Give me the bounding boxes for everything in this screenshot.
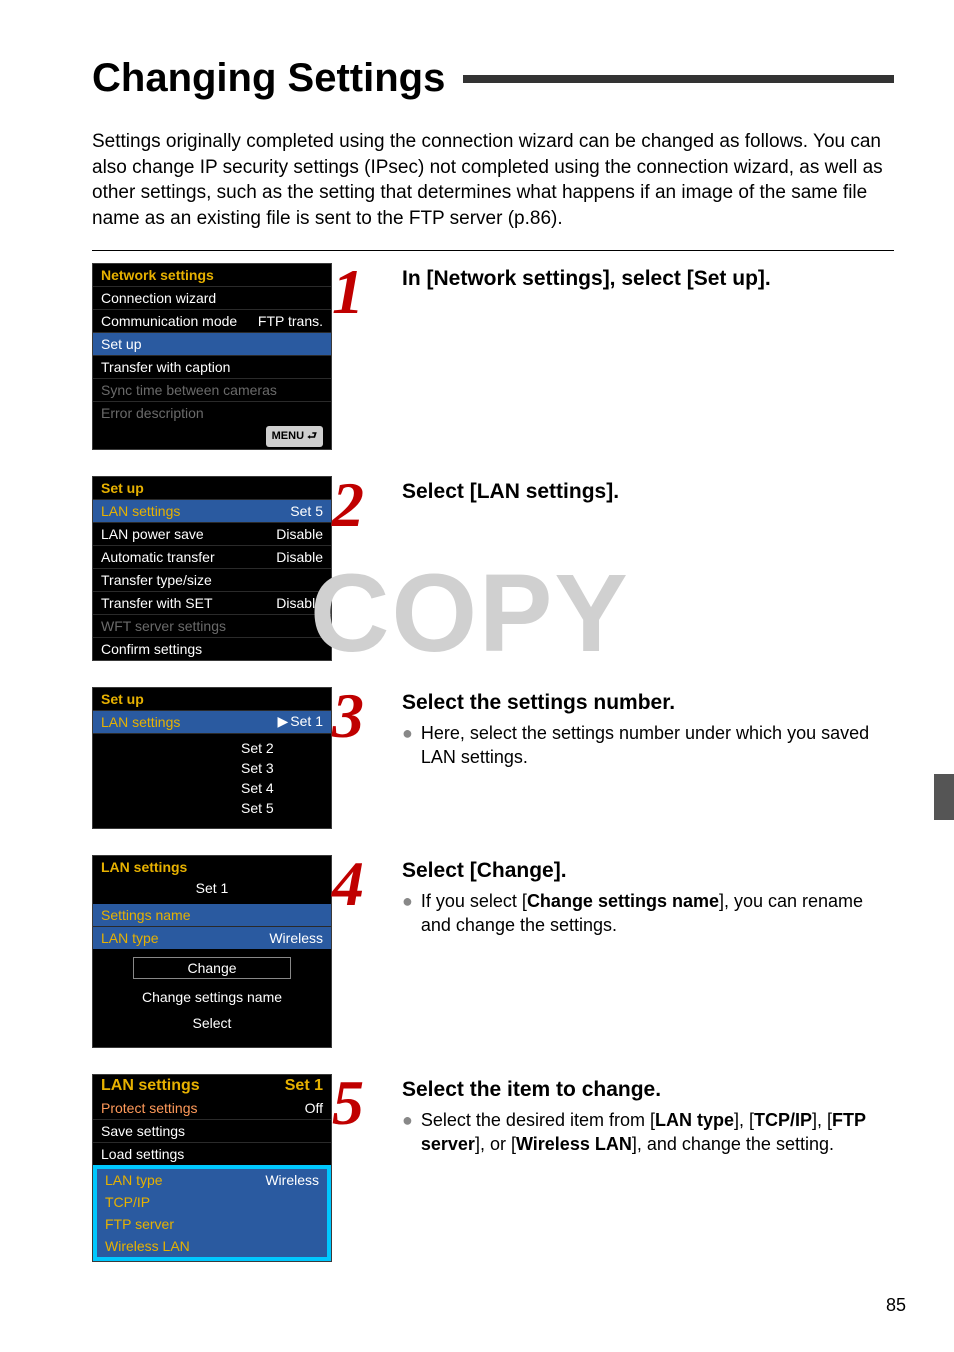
- lcd1-header: Network settings: [101, 267, 323, 283]
- lcd2-header: Set up: [101, 480, 323, 496]
- list-item: LAN type: [101, 930, 253, 946]
- step-number-4: 4: [332, 855, 402, 913]
- lcd3-label: LAN settings: [101, 714, 278, 730]
- list-item-selected: Set up: [101, 336, 323, 352]
- title-rule: [463, 75, 894, 83]
- option: Set 3: [93, 758, 331, 778]
- option: Set 4: [93, 778, 331, 798]
- list-item: Load settings: [101, 1146, 323, 1162]
- step-5-body: Select the desired item from [LAN type],…: [421, 1108, 894, 1157]
- step-number-3: 3: [332, 687, 402, 745]
- menu-back-badge: MENU ⮐: [266, 426, 323, 447]
- step-3: Set up LAN settings ▶Set 1 Set 2 Set 3 S…: [92, 687, 894, 829]
- list-value: Off: [253, 1100, 323, 1116]
- bullet-icon: ●: [402, 1108, 413, 1157]
- list-item: Automatic transfer: [101, 549, 253, 565]
- list-item: Save settings: [101, 1123, 323, 1139]
- step-number-1: 1: [332, 263, 402, 321]
- page-title: Changing Settings: [92, 56, 445, 101]
- step-1: Network settings Connection wizard Commu…: [92, 263, 894, 450]
- list-item: Protect settings: [101, 1100, 253, 1116]
- lcd4-subtitle: Set 1: [93, 878, 331, 898]
- selection-pointer-icon: ▶: [278, 713, 289, 729]
- list-item: Communication mode: [101, 313, 253, 329]
- list-item: TCP/IP: [105, 1194, 319, 1210]
- select-button: Select: [93, 1013, 331, 1033]
- step-5: LAN settingsSet 1 Protect settingsOff Sa…: [92, 1074, 894, 1262]
- step-3-title: Select the settings number.: [402, 691, 894, 715]
- step-4: LAN settings Set 1 Settings name LAN typ…: [92, 855, 894, 1048]
- list-item: FTP server: [105, 1216, 319, 1232]
- list-value: Set 5: [253, 503, 323, 519]
- list-value: Disable: [253, 595, 323, 611]
- rename-button: Change settings name: [93, 987, 331, 1007]
- option: Set 2: [93, 738, 331, 758]
- list-value: Wireless: [249, 1172, 319, 1188]
- list-item: Wireless LAN: [105, 1238, 319, 1254]
- list-item-selected: LAN settings: [101, 503, 253, 519]
- option-current: Set 5: [93, 798, 331, 818]
- highlighted-group: LAN typeWireless TCP/IP FTP server Wirel…: [93, 1165, 331, 1261]
- lcd-screen-2: Set up LAN settingsSet 5 LAN power saveD…: [92, 476, 332, 661]
- lcd5-header: LAN settings: [101, 1077, 253, 1095]
- bullet-icon: ●: [402, 721, 413, 770]
- list-item: Transfer with caption: [101, 359, 323, 375]
- lcd4-header: LAN settings: [101, 859, 323, 875]
- list-item: Connection wizard: [101, 290, 323, 306]
- change-button: Change: [133, 957, 291, 979]
- step-4-body: If you select [Change settings name], yo…: [421, 889, 894, 938]
- lcd-screen-3: Set up LAN settings ▶Set 1 Set 2 Set 3 S…: [92, 687, 332, 829]
- step-3-body: Here, select the settings number under w…: [421, 721, 894, 770]
- list-item-disabled: WFT server settings: [101, 618, 323, 634]
- list-value: Disable: [253, 549, 323, 565]
- list-item-disabled: Sync time between cameras: [101, 382, 323, 398]
- section-divider: [92, 250, 894, 251]
- page-side-tab: [934, 774, 954, 820]
- lcd-screen-4: LAN settings Set 1 Settings name LAN typ…: [92, 855, 332, 1048]
- step-5-title: Select the item to change.: [402, 1078, 894, 1102]
- list-item: Transfer type/size: [101, 572, 323, 588]
- list-value: FTP trans.: [253, 313, 323, 329]
- step-number-2: 2: [332, 476, 402, 534]
- lcd-screen-1: Network settings Connection wizard Commu…: [92, 263, 332, 450]
- step-2: Set up LAN settingsSet 5 LAN power saveD…: [92, 476, 894, 661]
- list-item: Settings name: [101, 907, 323, 923]
- list-item: LAN power save: [101, 526, 253, 542]
- option: Set 1: [290, 713, 323, 729]
- step-2-title: Select [LAN settings].: [402, 480, 894, 504]
- step-1-title: In [Network settings], select [Set up].: [402, 267, 894, 291]
- lcd3-header: Set up: [101, 691, 323, 707]
- page-number: 85: [886, 1295, 906, 1316]
- list-item: Confirm settings: [101, 641, 323, 657]
- step-number-5: 5: [332, 1074, 402, 1132]
- step-4-title: Select [Change].: [402, 859, 894, 883]
- list-value: Wireless: [253, 930, 323, 946]
- list-value: Disable: [253, 526, 323, 542]
- list-item: LAN type: [105, 1172, 249, 1188]
- list-item: Transfer with SET: [101, 595, 253, 611]
- list-item-disabled: Error description: [101, 405, 323, 421]
- lcd5-header-value: Set 1: [253, 1077, 323, 1095]
- bullet-icon: ●: [402, 889, 413, 938]
- intro-paragraph: Settings originally completed using the …: [92, 129, 894, 232]
- lcd-screen-5: LAN settingsSet 1 Protect settingsOff Sa…: [92, 1074, 332, 1262]
